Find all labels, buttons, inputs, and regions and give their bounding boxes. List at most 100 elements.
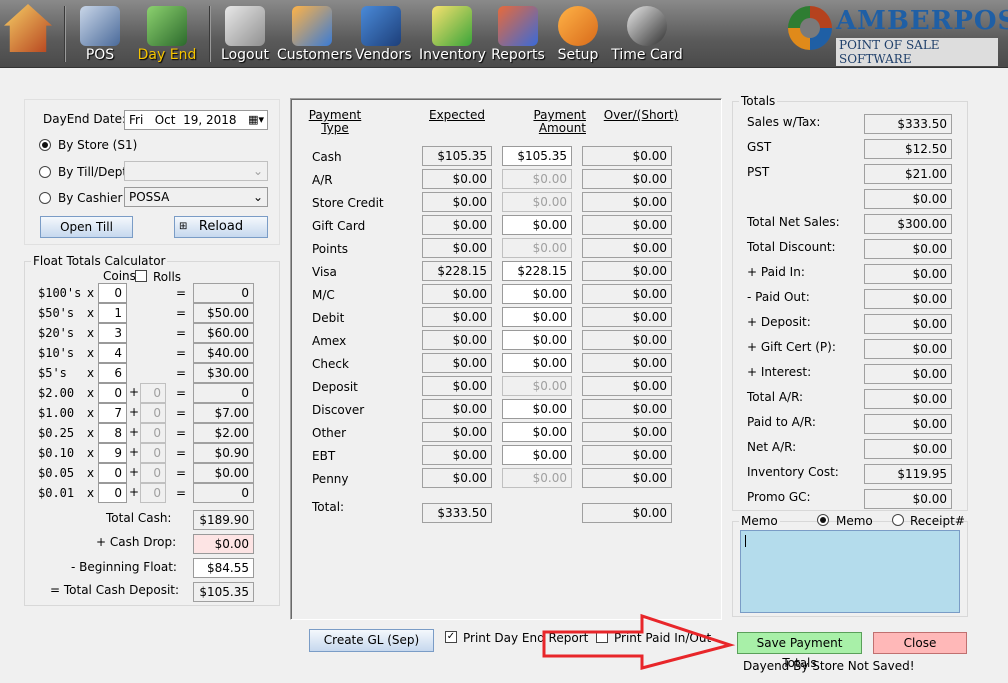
rolls-checkbox[interactable] <box>135 270 147 282</box>
over-short-field: $0.00 <box>582 238 672 258</box>
plus-sign: + <box>129 385 140 399</box>
dayend-date-picker[interactable]: Fri Oct 19, 2018 ▦▾ <box>124 110 268 130</box>
totals-row-value: $0.00 <box>864 389 952 409</box>
coin-count-field[interactable]: 0 <box>98 283 127 303</box>
totals-row-value: $0.00 <box>864 239 952 259</box>
payment-type-label: Amex <box>312 334 347 348</box>
day-end-calculator-icon <box>147 6 187 46</box>
denomination-total-field: 0 <box>193 483 254 503</box>
totals-row-value: $0.00 <box>864 364 952 384</box>
payment-type-label: Store Credit <box>312 196 384 210</box>
payment-amount-field[interactable]: $0.00 <box>502 284 572 304</box>
payment-amount-field[interactable]: $0.00 <box>502 307 572 327</box>
toolbar-label: Setup <box>557 47 599 63</box>
payment-amount-field[interactable]: $0.00 <box>502 422 572 442</box>
padlock-icon <box>225 6 265 46</box>
coin-count-field[interactable]: 3 <box>98 323 127 343</box>
save-payment-totals-button[interactable]: Save Payment Totals <box>737 632 862 670</box>
denomination-total-field: 0 <box>193 383 254 403</box>
over-short-field: $0.00 <box>582 284 672 304</box>
payment-amount-field[interactable]: $0.00 <box>502 330 572 350</box>
payment-type-label: Penny <box>312 472 349 486</box>
by-till-select[interactable]: ⌄ <box>124 161 268 181</box>
receipt-radio[interactable] <box>892 514 904 526</box>
rolls-count-field[interactable]: 0 <box>140 483 166 503</box>
multiply-sign: x <box>87 426 95 440</box>
payment-amount-field[interactable]: $228.15 <box>502 261 572 281</box>
toolbar-home-button[interactable] <box>0 0 56 68</box>
coin-count-field[interactable]: 8 <box>98 423 127 443</box>
payment-amount-field[interactable]: $105.35 <box>502 146 572 166</box>
rolls-count-field[interactable]: 0 <box>140 423 166 443</box>
totals-row-label: Total Discount: <box>747 240 836 254</box>
toolbar-time-card-button[interactable]: Time Card <box>611 0 683 68</box>
toolbar-setup-button[interactable]: Setup <box>555 0 601 68</box>
by-till-radio[interactable] <box>39 166 51 178</box>
toolbar-inventory-button[interactable]: Inventory <box>419 0 486 68</box>
text-cursor <box>745 535 746 547</box>
toolbar-customers-button[interactable]: Customers <box>277 0 353 68</box>
payment-type-label: Points <box>312 242 349 256</box>
plus-sign: + <box>129 425 140 439</box>
rolls-count-field[interactable]: 0 <box>140 443 166 463</box>
totals-row-label: Total Net Sales: <box>747 215 840 229</box>
toolbar-reports-button[interactable]: Reports <box>491 0 545 68</box>
close-button[interactable]: Close <box>873 632 967 654</box>
main-toolbar: POS Day End Logout Customers Vendors Inventor… <box>0 0 1008 68</box>
by-cashier-radio[interactable] <box>39 192 51 204</box>
memo-radio[interactable] <box>817 514 829 526</box>
totals-row-value: $0.00 <box>864 339 952 359</box>
equals-sign: = <box>176 446 187 460</box>
toolbar-pos-button[interactable]: POS <box>72 0 128 68</box>
payment-type-label: Visa <box>312 265 337 279</box>
denomination-total-field: $7.00 <box>193 403 254 423</box>
coin-count-field[interactable]: 1 <box>98 303 127 323</box>
coin-count-field[interactable]: 9 <box>98 443 127 463</box>
coin-count-field[interactable]: 4 <box>98 343 127 363</box>
over-short-field: $0.00 <box>582 353 672 373</box>
toolbar-vendors-button[interactable]: Vendors <box>355 0 411 68</box>
over-short-field: $0.00 <box>582 307 672 327</box>
create-gl-button[interactable]: Create GL (Sep) <box>309 629 434 652</box>
calendar-dropdown-icon[interactable]: ▦▾ <box>248 111 264 129</box>
expected-amount-field: $0.00 <box>422 192 492 212</box>
equals-sign: = <box>176 346 187 360</box>
reload-button[interactable]: ⊞ Reload <box>174 216 268 238</box>
toolbar-day-end-button[interactable]: Day End <box>136 0 198 68</box>
denomination-label: $50's <box>38 306 75 320</box>
memo-textarea[interactable] <box>740 530 960 613</box>
totals-row-label: Total A/R: <box>747 390 804 404</box>
payment-amount-field[interactable]: $0.00 <box>502 445 572 465</box>
cash-drop-field[interactable]: $0.00 <box>193 534 254 554</box>
coin-count-field[interactable]: 7 <box>98 403 127 423</box>
toolbar-label: Customers <box>277 47 353 63</box>
rolls-count-field[interactable]: 0 <box>140 463 166 483</box>
rolls-count-field[interactable]: 0 <box>140 383 166 403</box>
coin-count-field[interactable]: 6 <box>98 363 127 383</box>
payment-amount-field[interactable]: $0.00 <box>502 399 572 419</box>
toolbar-logout-button[interactable]: Logout <box>219 0 271 68</box>
coin-count-field[interactable]: 0 <box>98 463 127 483</box>
totals-row-label: Paid to A/R: <box>747 415 816 429</box>
payment-type-label: EBT <box>312 449 336 463</box>
open-till-button[interactable]: Open Till <box>40 216 133 238</box>
by-store-radio[interactable] <box>39 139 51 151</box>
payment-amount-field[interactable]: $0.00 <box>502 215 572 235</box>
rolls-count-field[interactable]: 0 <box>140 403 166 423</box>
denomination-total-field: $40.00 <box>193 343 254 363</box>
coin-count-field[interactable]: 0 <box>98 383 127 403</box>
highlight-arrow-icon <box>542 613 736 670</box>
cashier-select[interactable]: POSSA ⌄ <box>124 187 268 207</box>
denomination-label: $0.05 <box>38 466 75 480</box>
payment-amount-field[interactable]: $0.00 <box>502 353 572 373</box>
print-day-end-report-checkbox[interactable]: ✓ <box>445 631 457 643</box>
totals-row-value: $0.00 <box>864 189 952 209</box>
beginning-float-field[interactable]: $84.55 <box>193 558 254 578</box>
chevron-down-icon: ⌄ <box>252 190 263 204</box>
denomination-total-field: $2.00 <box>193 423 254 443</box>
expected-amount-field: $228.15 <box>422 261 492 281</box>
toolbar-label: Inventory <box>419 47 486 63</box>
coin-count-field[interactable]: 0 <box>98 483 127 503</box>
over-short-field: $0.00 <box>582 330 672 350</box>
totals-row-value: $0.00 <box>864 439 952 459</box>
